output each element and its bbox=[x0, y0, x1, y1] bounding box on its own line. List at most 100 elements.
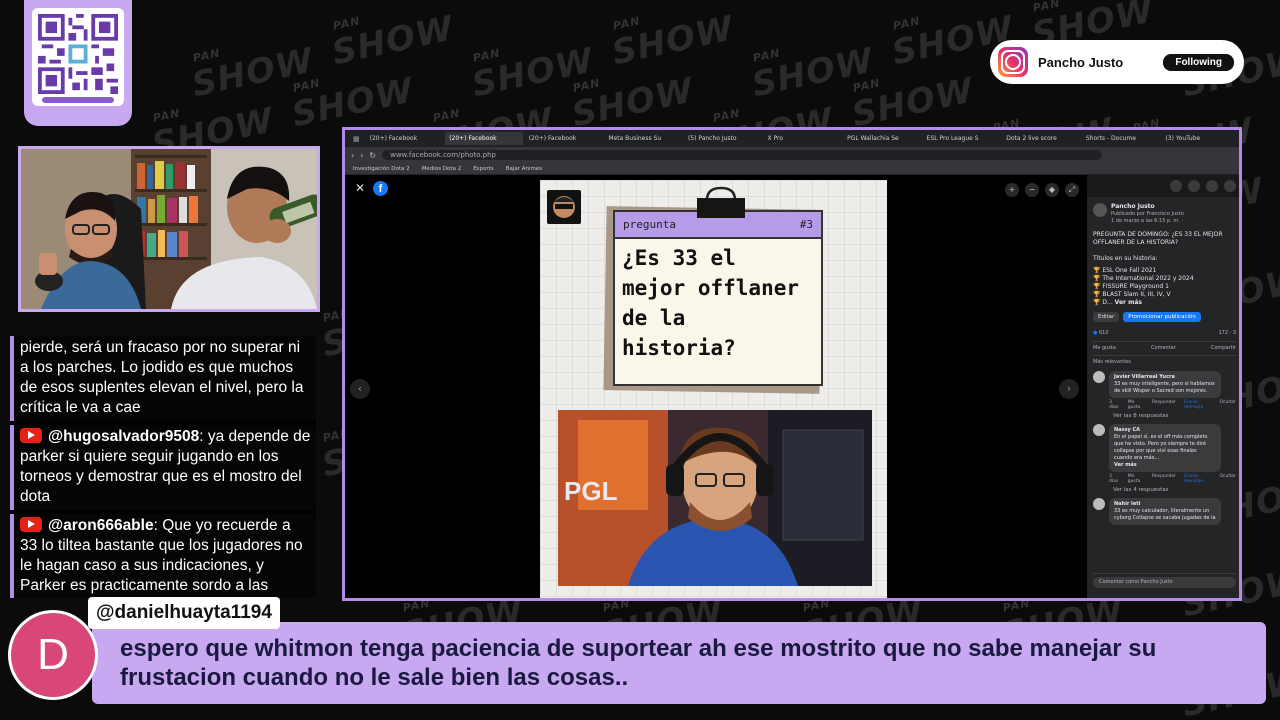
back-icon[interactable]: ‹ bbox=[351, 151, 354, 160]
comment-hide[interactable]: Ocultar bbox=[1220, 474, 1237, 484]
view-replies-link[interactable]: Ver las 4 respuestas bbox=[1113, 487, 1236, 493]
stream-overlay: PAN SHOW PAN SHOW PAN SHOW PAN SHOW PAN SHOW PAN SH… bbox=[0, 0, 1280, 720]
post-photo: pregunta #3 ¿Es 33 el mejor offlaner de … bbox=[540, 180, 887, 598]
browser-tab[interactable]: (20+) Facebook bbox=[525, 132, 603, 145]
facebook-icon[interactable]: f bbox=[373, 181, 388, 196]
view-replies-link[interactable]: Ver las 8 respuestas bbox=[1113, 413, 1236, 419]
player-photo: PGL bbox=[558, 410, 872, 586]
commenter-name[interactable]: Javier Villarreal Yucra bbox=[1114, 374, 1216, 381]
browser-tab[interactable]: Dota 2 live score bbox=[1002, 132, 1080, 145]
reload-icon[interactable]: ↻ bbox=[369, 151, 376, 160]
comment-hide[interactable]: Ocultar bbox=[1220, 400, 1237, 410]
chat-panel: pierde, será un fracaso por no superar n… bbox=[10, 336, 316, 598]
apps-icon[interactable] bbox=[1170, 180, 1182, 192]
bookmark-item[interactable]: Investigación Dota 2 bbox=[353, 166, 410, 172]
zoom-out-icon[interactable]: − bbox=[1025, 183, 1039, 197]
title-item: 🏆 D... bbox=[1093, 299, 1113, 306]
highlight-message-text: espero que whitmon tenga paciencia de su… bbox=[120, 635, 1157, 691]
url-field[interactable]: www.facebook.com/photo.php bbox=[382, 150, 1103, 160]
reaction-count[interactable]: 610 bbox=[1099, 330, 1109, 336]
forward-icon[interactable]: › bbox=[360, 151, 363, 160]
zoom-in-icon[interactable]: + bbox=[1005, 183, 1019, 197]
commenter-avatar[interactable] bbox=[1093, 371, 1105, 383]
comment: Javier Villarreal Yucra 33 es muy inteli… bbox=[1093, 371, 1236, 398]
share-button[interactable]: Compartir bbox=[1211, 345, 1236, 352]
see-more-link[interactable]: Ver más bbox=[1114, 462, 1216, 469]
browser-tab[interactable]: PGL Wallachia Se bbox=[843, 132, 921, 145]
browser-tab[interactable]: X Pro bbox=[764, 132, 842, 145]
tag-icon[interactable]: ◆ bbox=[1045, 183, 1059, 197]
question-card: pregunta #3 ¿Es 33 el mejor offlaner de … bbox=[613, 210, 823, 386]
qr-code-card bbox=[24, 0, 132, 126]
chat-username: @hugosalvador9508 bbox=[48, 428, 200, 445]
post-text: PREGUNTA DE DOMINGO: ¿ES 33 EL MEJOR OFF… bbox=[1093, 231, 1223, 246]
highlight-avatar: D bbox=[8, 610, 98, 700]
following-button[interactable]: Following bbox=[1163, 53, 1234, 71]
title-item: 🏆 FISSURE Playground 1 bbox=[1093, 283, 1169, 290]
comment-button[interactable]: Comentar bbox=[1151, 345, 1176, 352]
title-item: 🏆 ESL One Fall 2021 bbox=[1093, 267, 1157, 274]
like-reaction-icon: ● bbox=[1093, 330, 1098, 336]
bookmark-item[interactable]: Esports bbox=[473, 166, 493, 172]
bookmarks-bar: Investigación Dota 2 Medios Dota 2 Espor… bbox=[345, 163, 1239, 175]
bookmark-item[interactable]: Bajar Animes bbox=[506, 166, 542, 172]
commenter-avatar[interactable] bbox=[1093, 498, 1105, 510]
svg-text:PGL: PGL bbox=[564, 476, 618, 506]
highlight-username: @danielhuayta1194 bbox=[88, 597, 280, 629]
chat-username: @aron666able bbox=[48, 517, 154, 534]
question-tag: pregunta bbox=[623, 218, 676, 231]
comment-reply[interactable]: Responder bbox=[1152, 400, 1176, 410]
see-more-link[interactable]: Ver más bbox=[1115, 299, 1142, 306]
comment-like[interactable]: Me gusta bbox=[1128, 400, 1144, 410]
tab-bar: ▦ (20+) Facebook (20+) Facebook (20+) Fa… bbox=[345, 130, 1239, 147]
browser-tab[interactable]: Shorts - Docume bbox=[1082, 132, 1160, 145]
close-icon[interactable]: ✕ bbox=[355, 181, 365, 195]
comment: Nassy CA En el papel sí, es el off más c… bbox=[1093, 424, 1236, 472]
profile-avatar[interactable] bbox=[1224, 180, 1236, 192]
next-photo-button[interactable]: › bbox=[1059, 379, 1079, 399]
sidebar-toolbar bbox=[1087, 175, 1239, 197]
post-date[interactable]: 1 de marzo a las 6:15 p. m. · bbox=[1111, 218, 1184, 225]
like-button[interactable]: Me gusta bbox=[1093, 345, 1116, 352]
browser-tab[interactable]: (20+) Facebook bbox=[366, 132, 444, 145]
question-text: ¿Es 33 el mejor offlaner de la historia? bbox=[622, 246, 800, 360]
browser-tab-active[interactable]: (20+) Facebook bbox=[445, 132, 523, 145]
comment-text: 33 es muy calculador, literalmente un cy… bbox=[1114, 508, 1216, 521]
comment-message[interactable]: Enviar mensaje bbox=[1184, 400, 1212, 410]
comment-age: 3 días bbox=[1109, 400, 1119, 410]
bookmark-item[interactable]: Medios Dota 2 bbox=[422, 166, 462, 172]
comment-count[interactable]: 172 bbox=[1218, 330, 1228, 336]
comment-message[interactable]: Enviar mensaje bbox=[1184, 474, 1212, 484]
commenter-name[interactable]: Nahir Ieti bbox=[1114, 501, 1216, 508]
chat-message: @hugosalvador9508: ya depende de parker … bbox=[10, 425, 316, 510]
browser-tab[interactable]: ESL Pro League S bbox=[923, 132, 1001, 145]
fullscreen-icon[interactable]: ⤢ bbox=[1065, 183, 1079, 197]
notifications-icon[interactable] bbox=[1206, 180, 1218, 192]
comment-reply[interactable]: Responder bbox=[1152, 474, 1176, 484]
photo-viewer: ✕ f ‹ › + − ◆ ⤢ pregunta #3 ¿Es 33 el me… bbox=[345, 175, 1087, 598]
commenter-avatar[interactable] bbox=[1093, 424, 1105, 436]
comment-input[interactable]: Comentar como Pancho Justo bbox=[1093, 577, 1236, 588]
promote-button[interactable]: Promocionar publicación bbox=[1123, 312, 1201, 322]
share-count[interactable]: 3 bbox=[1233, 330, 1236, 336]
comment-filter[interactable]: Más relevantes bbox=[1093, 359, 1236, 366]
qr-code-icon bbox=[38, 14, 118, 94]
browser-tab[interactable]: (3) YouTube bbox=[1161, 132, 1239, 145]
youtube-icon bbox=[20, 517, 42, 532]
previous-photo-button[interactable]: ‹ bbox=[350, 379, 370, 399]
edit-button[interactable]: Editar bbox=[1093, 312, 1120, 322]
commenter-name[interactable]: Nassy CA bbox=[1114, 427, 1216, 434]
author-avatar[interactable] bbox=[1093, 203, 1107, 217]
post-author[interactable]: Pancho Justo bbox=[1111, 203, 1184, 211]
post-subtitle: Publicado por Francisco Justo bbox=[1111, 211, 1184, 217]
browser-tab[interactable]: Meta Business Su bbox=[604, 132, 682, 145]
comment-age: 3 días bbox=[1109, 474, 1119, 484]
instagram-follow-card: Pancho Justo Following bbox=[990, 40, 1244, 84]
instagram-icon bbox=[998, 47, 1028, 77]
comment-like[interactable]: Me gusta bbox=[1128, 474, 1144, 484]
address-bar-row: ‹ › ↻ www.facebook.com/photo.php bbox=[345, 147, 1239, 163]
tab-menu-icon[interactable]: ▦ bbox=[349, 135, 364, 143]
title-item: 🏆 The International 2022 y 2024 bbox=[1093, 275, 1194, 282]
messenger-icon[interactable] bbox=[1188, 180, 1200, 192]
browser-tab[interactable]: (5) Pancho Justo bbox=[684, 132, 762, 145]
